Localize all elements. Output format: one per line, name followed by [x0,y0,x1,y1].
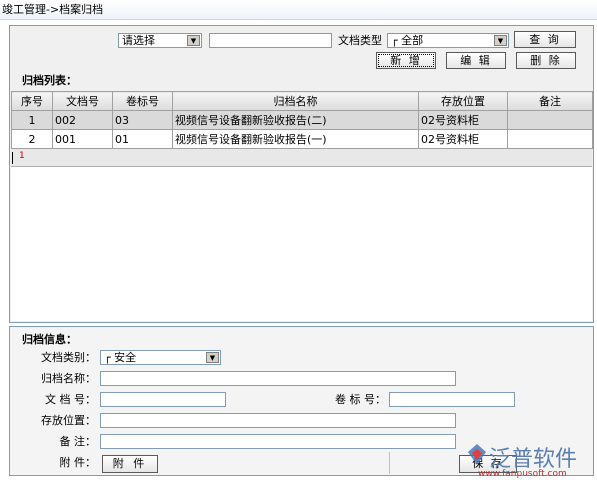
brand-logo-icon [468,444,486,465]
col-header[interactable]: 备注 [507,91,593,111]
attach-button[interactable]: 附 件 [102,455,158,473]
table-cell: 01 [112,129,173,149]
table-row[interactable]: 2 001 01 视频信号设备翻新验收报告(一) 02号资料柜 [11,129,593,149]
category-select[interactable]: ┌ 安全 ▼ [100,350,221,365]
name-label: 归档名称： [41,372,96,385]
delete-button[interactable]: 删 除 [516,52,576,69]
location-input[interactable] [100,413,456,428]
dropdown-arrow-icon[interactable]: ▼ [494,35,507,46]
cursor-marker [12,152,13,164]
table-cell: 03 [112,110,173,130]
brand-url: www.fanpusoft.com [478,469,567,479]
form-title: 归档信息： [22,333,77,346]
edit-button[interactable]: 编 辑 [446,52,506,69]
list-title: 归档列表： [22,74,77,87]
dropdown-arrow-icon[interactable]: ▼ [187,35,200,46]
table-cell: 2 [11,129,53,149]
category-select-value: ┌ 安全 [104,351,137,364]
divider [389,452,390,474]
table-cell: 002 [52,110,113,130]
name-input[interactable] [100,371,456,386]
field-select[interactable]: 请选择 ▼ [118,33,202,48]
table-cell: 001 [52,129,113,149]
category-label: 文档类别： [41,351,96,364]
doctype-select[interactable]: ┌ 全部 ▼ [387,33,509,48]
table-cell: 02号资料柜 [418,110,508,130]
docno-label: 文 档 号： [45,393,96,406]
brand-watermark: 泛普软件 www.fanpusoft.com [466,441,594,483]
table-header-row: 序号 文档号 卷标号 归档名称 存放位置 备注 [11,91,593,111]
new-button[interactable]: 新 增 [376,52,436,69]
volno-input[interactable] [389,392,515,407]
remark-input[interactable] [100,434,456,449]
keyword-input[interactable] [209,33,332,48]
table-cell: 视频信号设备翻新验收报告(二) [172,110,419,130]
col-header[interactable]: 文档号 [52,91,113,111]
volno-label: 卷 标 号： [335,393,386,406]
col-header[interactable]: 卷标号 [112,91,173,111]
archive-table: 序号 文档号 卷标号 归档名称 存放位置 备注 1 002 03 视频信号设备翻… [11,91,593,149]
col-header[interactable]: 归档名称 [172,91,419,111]
table-cell: 视频信号设备翻新验收报告(一) [172,129,419,149]
new-row[interactable]: 1 [11,149,592,167]
attach-label: 附 件： [59,456,97,469]
new-row-marker: 1 [19,151,25,161]
table-row[interactable]: 1 002 03 视频信号设备翻新验收报告(二) 02号资料柜 [11,110,593,130]
table-cell [507,110,593,130]
dropdown-arrow-icon[interactable]: ▼ [206,352,219,363]
docno-input[interactable] [100,392,226,407]
table-cell [507,129,593,149]
doctype-select-value: ┌ 全部 [391,34,424,47]
table-cell: 02号资料柜 [418,129,508,149]
query-button[interactable]: 查 询 [514,31,576,48]
field-select-value: 请选择 [122,34,155,47]
breadcrumb: 竣工管理->档案归档 [0,0,597,20]
col-header[interactable]: 序号 [11,91,53,111]
col-header[interactable]: 存放位置 [418,91,508,111]
doctype-label: 文档类型 [338,34,382,47]
remark-label: 备 注： [59,435,97,448]
location-label: 存放位置： [41,414,96,427]
table-cell: 1 [11,110,53,130]
